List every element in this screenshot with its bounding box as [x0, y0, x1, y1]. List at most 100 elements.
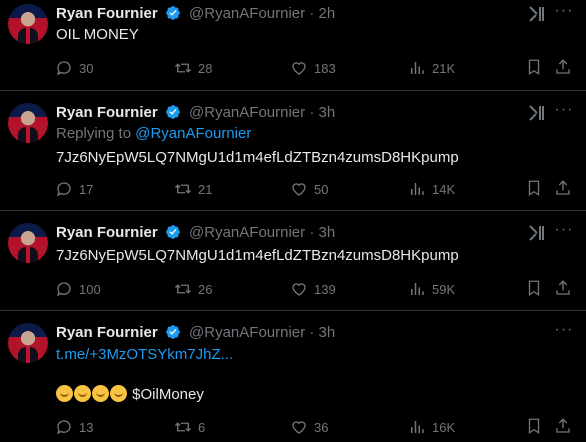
tweet-header: Ryan Fournier @RyanAFournier · 2h — [56, 4, 335, 24]
like-icon — [292, 283, 306, 296]
views-count: 21K — [432, 60, 456, 76]
grok-icon[interactable] — [527, 4, 547, 24]
like-count: 183 — [314, 60, 336, 76]
repost-button[interactable]: 21 — [174, 179, 212, 199]
reply-count: 100 — [79, 281, 101, 297]
like-button[interactable]: 183 — [290, 58, 336, 78]
avatar[interactable] — [8, 223, 48, 263]
tweet[interactable]: Ryan Fournier @RyanAFournier · 2h ··· OI… — [0, 0, 586, 91]
author-name[interactable]: Ryan Fournier — [56, 5, 158, 22]
repost-icon — [175, 63, 191, 73]
tweet-text: 7Jz6NyEpW5LQ7NMgU1d1m4efLdZTBzn4zumsD8HK… — [56, 149, 459, 166]
repost-count: 28 — [198, 60, 213, 76]
bookmark-icon[interactable] — [525, 279, 543, 297]
verified-badge-icon — [166, 325, 180, 339]
reply-count: 30 — [79, 60, 94, 76]
author-handle[interactable]: @RyanAFournier — [189, 324, 305, 341]
tweet[interactable]: Ryan Fournier @RyanAFournier · 3h ··· Re… — [0, 91, 586, 211]
bookmark-icon[interactable] — [525, 417, 543, 435]
reply-icon — [56, 61, 71, 76]
views-button[interactable]: 59K — [408, 279, 455, 299]
like-icon — [292, 183, 306, 196]
avatar[interactable] — [8, 103, 48, 143]
views-icon — [411, 62, 424, 74]
views-icon — [411, 421, 424, 433]
timestamp[interactable]: 3h — [318, 324, 335, 341]
like-button[interactable]: 50 — [290, 179, 328, 199]
bookmark-icon[interactable] — [525, 58, 543, 76]
repost-count: 21 — [198, 181, 213, 197]
reply-icon — [56, 420, 71, 435]
author-handle[interactable]: @RyanAFournier — [189, 5, 305, 22]
more-icon[interactable]: ··· — [553, 102, 575, 123]
more-icon[interactable]: ··· — [553, 222, 575, 243]
tweet-text: OIL MONEY — [56, 26, 139, 43]
tweet[interactable]: Ryan Fournier @RyanAFournier · 3h ··· t.… — [0, 311, 586, 442]
more-icon[interactable]: ··· — [553, 3, 575, 24]
emoji-icon — [92, 385, 109, 402]
tweet-actions: 30 28 183 21K — [0, 58, 586, 78]
views-count: 14K — [432, 181, 456, 197]
reply-button[interactable]: 30 — [55, 58, 93, 78]
reply-button[interactable]: 100 — [55, 279, 101, 299]
tweet-actions: 100 26 139 59K — [0, 279, 586, 299]
views-button[interactable]: 14K — [408, 179, 455, 199]
tweet[interactable]: Ryan Fournier @RyanAFournier · 3h ··· 7J… — [0, 211, 586, 311]
reply-count: 13 — [79, 419, 94, 435]
verified-badge-icon — [166, 105, 180, 119]
avatar[interactable] — [8, 4, 48, 44]
emoji-icon — [110, 385, 127, 402]
author-handle[interactable]: @RyanAFournier — [189, 104, 305, 121]
like-count: 139 — [314, 281, 336, 297]
views-button[interactable]: 21K — [408, 58, 455, 78]
more-icon[interactable]: ··· — [553, 322, 575, 343]
tweet-header: Ryan Fournier @RyanAFournier · 3h — [56, 223, 335, 243]
share-icon[interactable] — [554, 58, 572, 76]
tweet-text: 7Jz6NyEpW5LQ7NMgU1d1m4efLdZTBzn4zumsD8HK… — [56, 247, 459, 264]
like-button[interactable]: 139 — [290, 279, 336, 299]
tweet-header: Ryan Fournier @RyanAFournier · 3h — [56, 103, 335, 123]
repost-icon — [175, 422, 191, 432]
separator-dot: · — [309, 324, 315, 341]
grok-icon[interactable] — [527, 103, 547, 123]
timestamp[interactable]: 3h — [318, 224, 335, 241]
like-icon — [292, 421, 306, 434]
views-button[interactable]: 16K — [408, 417, 455, 437]
repost-button[interactable]: 26 — [174, 279, 212, 299]
reply-count: 17 — [79, 181, 94, 197]
timestamp[interactable]: 3h — [318, 104, 335, 121]
avatar[interactable] — [8, 323, 48, 363]
emoji-icon — [74, 385, 91, 402]
telegram-link[interactable]: t.me/+3MzOTSYkm7JhZ... — [56, 345, 233, 365]
author-name[interactable]: Ryan Fournier — [56, 224, 158, 241]
views-icon — [411, 283, 424, 295]
grok-icon[interactable] — [527, 223, 547, 243]
emoji-icon — [56, 385, 73, 402]
like-count: 50 — [314, 181, 329, 197]
author-handle[interactable]: @RyanAFournier — [189, 224, 305, 241]
views-count: 59K — [432, 281, 456, 297]
repost-count: 6 — [198, 419, 206, 435]
replying-to-label: Replying to — [56, 125, 132, 142]
reply-button[interactable]: 13 — [55, 417, 93, 437]
reply-button[interactable]: 17 — [55, 179, 93, 199]
share-icon[interactable] — [554, 279, 572, 297]
bookmark-icon[interactable] — [525, 179, 543, 197]
author-name[interactable]: Ryan Fournier — [56, 324, 158, 341]
author-name[interactable]: Ryan Fournier — [56, 104, 158, 121]
share-icon[interactable] — [554, 417, 572, 435]
replying-to-handle[interactable]: @RyanAFournier — [135, 125, 251, 142]
verified-badge-icon — [166, 6, 180, 20]
repost-count: 26 — [198, 281, 213, 297]
timestamp[interactable]: 2h — [318, 5, 335, 22]
tweet-actions: 13 6 36 16K — [0, 417, 586, 437]
tweet-actions: 17 21 50 14K — [0, 179, 586, 199]
repost-icon — [175, 184, 191, 194]
share-icon[interactable] — [554, 179, 572, 197]
repost-button[interactable]: 28 — [174, 58, 212, 78]
replying-to: Replying to @RyanAFournier — [56, 124, 251, 144]
reply-icon — [56, 282, 71, 297]
separator-dot: · — [309, 224, 315, 241]
repost-button[interactable]: 6 — [174, 417, 205, 437]
like-button[interactable]: 36 — [290, 417, 328, 437]
